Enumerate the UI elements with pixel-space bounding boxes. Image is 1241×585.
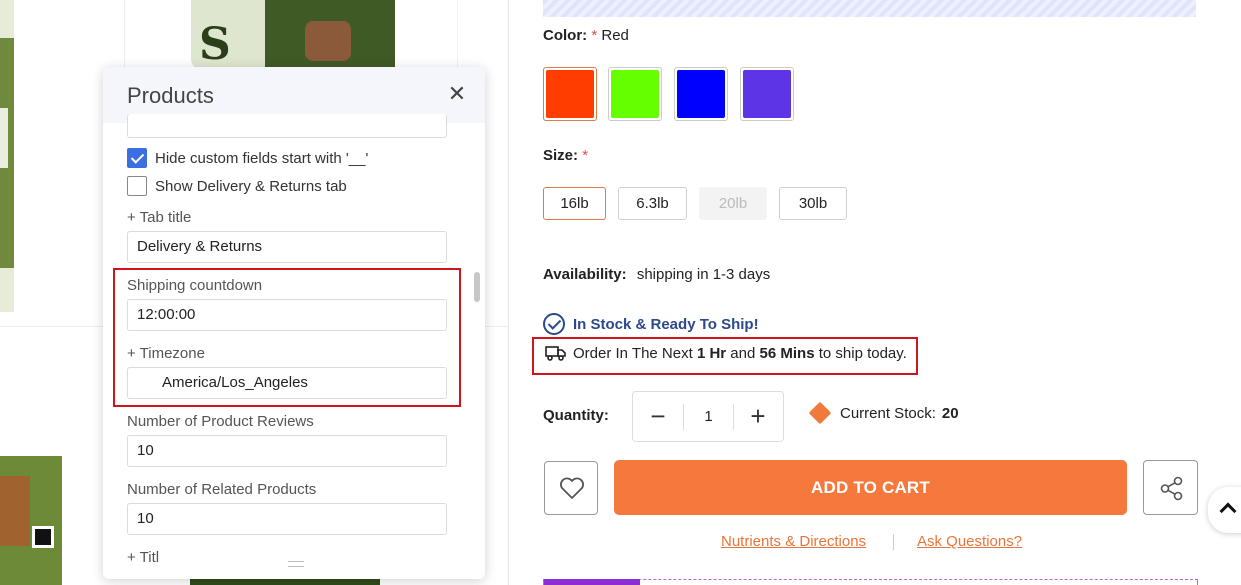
- order-text-mid: and: [726, 344, 760, 362]
- availability: Availability: shipping in 1-3 days: [543, 266, 770, 283]
- in-stock-status: In Stock & Ready To Ship!: [543, 313, 759, 335]
- color-label: Color:: [543, 27, 588, 44]
- product-box-image: [265, 0, 395, 69]
- chevron-up-icon: [1219, 502, 1237, 520]
- related-products-label: Number of Related Products: [127, 481, 317, 498]
- resize-handle-icon[interactable]: [288, 561, 304, 567]
- hide-custom-fields-label: Hide custom fields start with '__': [155, 149, 369, 167]
- show-delivery-tab-option[interactable]: Show Delivery & Returns tab: [127, 175, 347, 197]
- in-stock-text: In Stock & Ready To Ship!: [573, 315, 759, 333]
- color-swatch-red[interactable]: [543, 67, 597, 121]
- gallery-divider-vertical: [508, 0, 509, 585]
- close-icon[interactable]: ✕: [446, 83, 468, 105]
- availability-label: Availability:: [543, 266, 627, 283]
- size-option-label: Size: *: [543, 147, 588, 164]
- size-option-16lb[interactable]: 16lb: [543, 187, 606, 220]
- show-delivery-tab-label: Show Delivery & Returns tab: [155, 177, 347, 195]
- order-hours: 1 Hr: [696, 344, 727, 362]
- product-crate-image: [0, 456, 62, 585]
- size-option-6-3lb[interactable]: 6.3lb: [618, 187, 687, 220]
- product-detail: Color: * Red Size: * 16lb 6.3lb 20lb 30l…: [510, 0, 1241, 585]
- hide-custom-fields-option[interactable]: Hide custom fields start with '__': [127, 147, 368, 169]
- product-reviews-label: Number of Product Reviews: [127, 413, 314, 430]
- promo-banner: [543, 0, 1196, 17]
- panel-title: Products: [127, 83, 214, 108]
- scrollbar-thumb[interactable]: [474, 272, 480, 302]
- order-text-prefix: Order In The Next: [573, 344, 697, 362]
- product-reviews-input[interactable]: 10: [127, 435, 447, 467]
- product-image-thumbnail[interactable]: [0, 0, 14, 312]
- color-swatch-purple[interactable]: [740, 67, 794, 121]
- truck-icon: [545, 346, 566, 361]
- qr-code: [32, 526, 54, 548]
- color-selected-value: Red: [601, 27, 629, 44]
- size-option-20lb[interactable]: 20lb: [699, 187, 767, 220]
- panel-scrollbar[interactable]: [474, 132, 480, 578]
- order-minutes: 56 Mins: [759, 344, 815, 362]
- highlight-box-shipping-settings: [113, 268, 461, 407]
- color-swatch-blue[interactable]: [674, 67, 728, 121]
- hide-custom-fields-checkbox[interactable]: [127, 148, 147, 168]
- next-field-label: + Titl: [127, 549, 160, 566]
- size-option-30lb[interactable]: 30lb: [779, 187, 847, 220]
- size-label: Size:: [543, 147, 579, 164]
- size-required-mark: *: [582, 147, 589, 164]
- availability-value: shipping in 1-3 days: [636, 266, 771, 283]
- color-swatch-green[interactable]: [608, 67, 662, 121]
- color-required-mark: *: [591, 27, 598, 44]
- previous-field[interactable]: [127, 114, 447, 138]
- tab-title-input[interactable]: Delivery & Returns: [127, 231, 447, 263]
- show-delivery-tab-checkbox[interactable]: [127, 176, 147, 196]
- scroll-to-top-button[interactable]: [1208, 487, 1241, 533]
- check-circle-icon: [543, 313, 565, 335]
- tab-title-label: + Tab title: [127, 209, 192, 226]
- color-option-label: Color: * Red: [543, 27, 629, 44]
- related-products-input[interactable]: 10: [127, 503, 447, 535]
- order-countdown: Order In The Next 1 Hr and 56 Mins to sh…: [545, 344, 907, 362]
- order-text-suffix: to ship today.: [814, 344, 907, 362]
